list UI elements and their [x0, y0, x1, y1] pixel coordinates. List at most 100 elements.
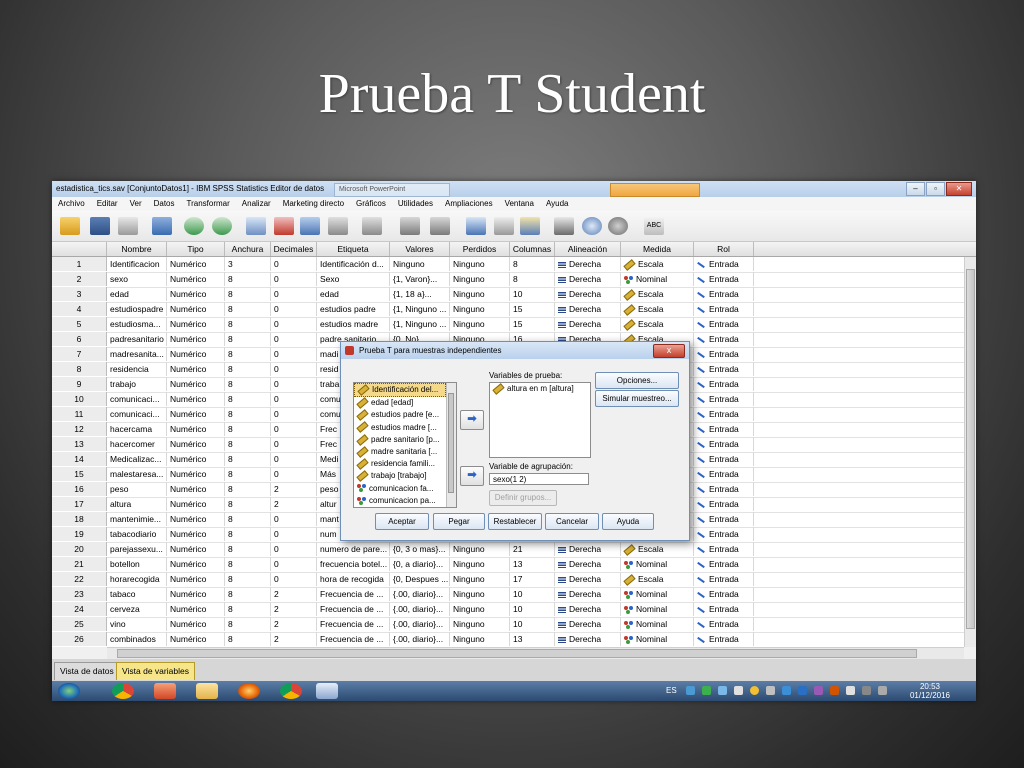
cell-decimales[interactable]: 0: [271, 347, 317, 361]
cell-decimales[interactable]: 0: [271, 257, 317, 271]
cell-valores[interactable]: {1, Ninguno ...: [390, 302, 450, 316]
split-file-icon[interactable]: [466, 217, 486, 235]
row-number[interactable]: 8: [52, 362, 107, 376]
corner-cell[interactable]: [52, 242, 107, 256]
row-number[interactable]: 21: [52, 557, 107, 571]
cell-etiqueta[interactable]: hora de recogida: [317, 572, 390, 586]
cell-alineacion[interactable]: Derecha: [555, 572, 621, 586]
row-number[interactable]: 1: [52, 257, 107, 271]
tray-app-icon[interactable]: [798, 686, 807, 695]
cell-rol[interactable]: Entrada: [694, 512, 754, 526]
cell-decimales[interactable]: 0: [271, 302, 317, 316]
tray-app-icon[interactable]: [718, 686, 727, 695]
cell-alineacion[interactable]: Derecha: [555, 542, 621, 556]
cell-tipo[interactable]: Numérico: [167, 257, 225, 271]
dialog-close-button[interactable]: x: [653, 344, 685, 358]
cell-etiqueta[interactable]: Frecuencia de ...: [317, 617, 390, 631]
row-number[interactable]: 12: [52, 422, 107, 436]
cell-tipo[interactable]: Numérico: [167, 617, 225, 631]
test-variables-list[interactable]: altura en m [altura]: [489, 382, 591, 458]
cell-etiqueta[interactable]: Sexo: [317, 272, 390, 286]
chrome-icon[interactable]: [112, 683, 134, 699]
cell-columnas[interactable]: 17: [510, 572, 555, 586]
cell-anchura[interactable]: 8: [225, 332, 271, 346]
cell-tipo[interactable]: Numérico: [167, 482, 225, 496]
cell-tipo[interactable]: Numérico: [167, 602, 225, 616]
cell-perdidos[interactable]: Ninguno: [450, 632, 510, 646]
tray-app-icon[interactable]: [750, 686, 759, 695]
row-number[interactable]: 5: [52, 317, 107, 331]
cell-rol[interactable]: Entrada: [694, 602, 754, 616]
cell-rol[interactable]: Entrada: [694, 572, 754, 586]
cell-anchura[interactable]: 8: [225, 617, 271, 631]
cell-rol[interactable]: Entrada: [694, 557, 754, 571]
scroll-thumb[interactable]: [448, 393, 454, 493]
cell-etiqueta[interactable]: Frecuencia de ...: [317, 602, 390, 616]
cell-rol[interactable]: Entrada: [694, 257, 754, 271]
cell-etiqueta[interactable]: edad: [317, 287, 390, 301]
cell-perdidos[interactable]: Ninguno: [450, 317, 510, 331]
cell-decimales[interactable]: 0: [271, 542, 317, 556]
list-item[interactable]: comunicacion pa...: [354, 495, 456, 507]
cell-nombre[interactable]: estudiosma...: [107, 317, 167, 331]
dialog-recall-icon[interactable]: [152, 217, 172, 235]
scroll-thumb[interactable]: [117, 649, 917, 658]
cell-anchura[interactable]: 8: [225, 302, 271, 316]
show-all-variables-icon[interactable]: [608, 217, 628, 235]
cell-decimales[interactable]: 0: [271, 407, 317, 421]
cell-anchura[interactable]: 8: [225, 407, 271, 421]
cell-nombre[interactable]: peso: [107, 482, 167, 496]
menu-ver[interactable]: Ver: [124, 197, 148, 211]
list-item[interactable]: madre sanitaria [...: [354, 445, 456, 458]
cell-nombre[interactable]: Identificacion: [107, 257, 167, 271]
onenote-icon[interactable]: [814, 686, 823, 695]
cell-nombre[interactable]: madresanita...: [107, 347, 167, 361]
col-header[interactable]: Anchura: [225, 242, 271, 256]
scroll-thumb[interactable]: [966, 269, 975, 629]
maximize-button[interactable]: ▫: [926, 182, 945, 196]
cell-tipo[interactable]: Numérico: [167, 422, 225, 436]
menu-editar[interactable]: Editar: [91, 197, 124, 211]
cell-anchura[interactable]: 8: [225, 377, 271, 391]
spell-check-icon[interactable]: ABC: [644, 217, 664, 235]
use-sets-icon[interactable]: [582, 217, 602, 235]
cell-tipo[interactable]: Numérico: [167, 272, 225, 286]
cell-rol[interactable]: Entrada: [694, 527, 754, 541]
cell-nombre[interactable]: tabaco: [107, 587, 167, 601]
menu-ayuda[interactable]: Ayuda: [540, 197, 575, 211]
cell-perdidos[interactable]: Ninguno: [450, 557, 510, 571]
cell-tipo[interactable]: Numérico: [167, 317, 225, 331]
cell-tipo[interactable]: Numérico: [167, 287, 225, 301]
list-item[interactable]: estudios madre [...: [354, 421, 456, 434]
menu-graficos[interactable]: Gráficos: [350, 197, 392, 211]
insert-cases-icon[interactable]: [400, 217, 420, 235]
cell-rol[interactable]: Entrada: [694, 362, 754, 376]
cell-alineacion[interactable]: Derecha: [555, 257, 621, 271]
cell-rol[interactable]: Entrada: [694, 467, 754, 481]
reset-button[interactable]: Restablecer: [488, 513, 542, 530]
cell-tipo[interactable]: Numérico: [167, 407, 225, 421]
move-to-group-button[interactable]: ➡: [460, 466, 484, 486]
row-number[interactable]: 23: [52, 587, 107, 601]
cell-decimales[interactable]: 2: [271, 587, 317, 601]
cell-nombre[interactable]: comunicaci...: [107, 407, 167, 421]
cell-anchura[interactable]: 8: [225, 512, 271, 526]
cell-etiqueta[interactable]: estudios padre: [317, 302, 390, 316]
cell-tipo[interactable]: Numérico: [167, 512, 225, 526]
cell-rol[interactable]: Entrada: [694, 542, 754, 556]
cell-valores[interactable]: {1, Ninguno ...: [390, 317, 450, 331]
list-item[interactable]: padre sanitario [p...: [354, 433, 456, 446]
file-explorer-icon[interactable]: [196, 683, 218, 699]
menu-analizar[interactable]: Analizar: [236, 197, 277, 211]
cell-perdidos[interactable]: Ninguno: [450, 257, 510, 271]
row-number[interactable]: 20: [52, 542, 107, 556]
cell-columnas[interactable]: 10: [510, 602, 555, 616]
cell-tipo[interactable]: Numérico: [167, 437, 225, 451]
col-header[interactable]: Valores: [390, 242, 450, 256]
tray-app-icon[interactable]: [830, 686, 839, 695]
list-item[interactable]: comunicacion fa...: [354, 483, 456, 495]
variables-icon[interactable]: [300, 217, 320, 235]
define-groups-button[interactable]: Definir grupos...: [489, 490, 557, 506]
cell-rol[interactable]: Entrada: [694, 482, 754, 496]
cell-alineacion[interactable]: Derecha: [555, 632, 621, 646]
